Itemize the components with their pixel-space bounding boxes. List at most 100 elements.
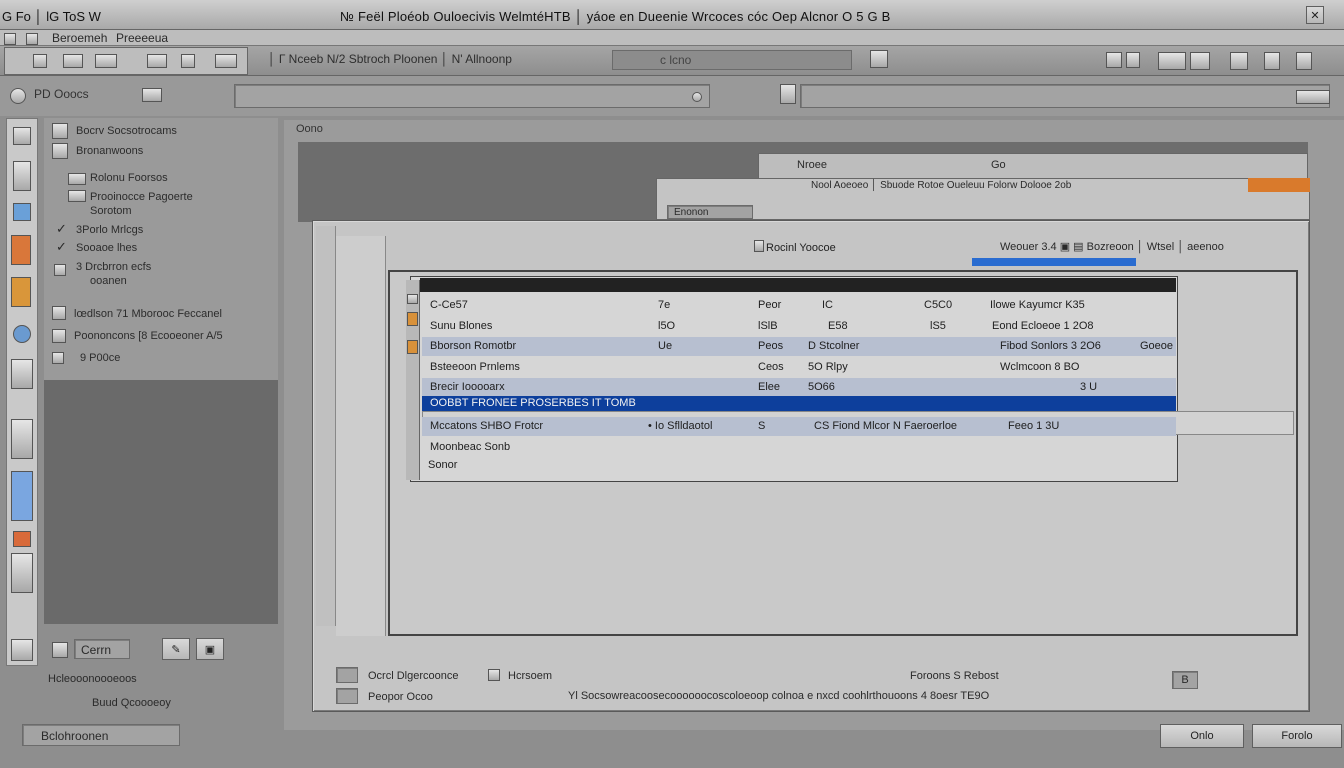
search-icon[interactable] <box>1296 90 1330 104</box>
tree-item[interactable]: 3 Drcbrron ecfs <box>76 261 151 273</box>
folder-icon[interactable] <box>1158 52 1186 70</box>
status-toggle[interactable] <box>336 667 358 683</box>
toolbar-breadcrumb: │ Г Nceeb N/2 Sbtroch Ploonen │ N' Allno… <box>268 52 512 66</box>
tree-item[interactable]: Poononcons [8 Ecooeoner A/5 <box>74 330 223 342</box>
list-icon[interactable] <box>11 419 33 459</box>
box-icon <box>68 190 86 202</box>
row-gutter <box>406 280 420 480</box>
user-icon[interactable] <box>52 642 68 658</box>
window-title: № Feël Ploéob Ouloecivis WelmtéHTB │ yáo… <box>340 9 891 24</box>
list-header <box>420 278 1176 292</box>
table-row-selected[interactable]: OOBBT FRONEE PROSERBES IT TOMB <box>422 396 1176 411</box>
path-input[interactable] <box>234 84 710 108</box>
table-row[interactable]: Mccatons SHBO Frotcr • Io Sflldaotol S C… <box>422 417 1176 436</box>
dialog-toolbar[interactable]: Weouer 3.4 ▣ ▤ Bozreoon │ Wtsel │ aeenoo <box>1000 240 1224 253</box>
center-label: Oono <box>296 123 323 135</box>
clock-icon <box>52 329 66 343</box>
tree-item[interactable]: 9 P00ce <box>80 352 120 364</box>
refresh-icon[interactable] <box>13 325 31 343</box>
table-row[interactable]: Moonbeac Sonb <box>422 438 1176 457</box>
tag-icon[interactable] <box>13 531 31 547</box>
status-box[interactable]: B <box>1172 671 1198 689</box>
tree-item[interactable]: ooanen <box>90 275 127 287</box>
app-menu-icon[interactable] <box>4 31 16 45</box>
address-label: PD Ooocs <box>34 87 89 101</box>
grid-icon[interactable] <box>95 54 117 68</box>
checkbox-icon[interactable] <box>54 264 66 276</box>
toolbar-field[interactable] <box>612 50 852 70</box>
toolbar-left-group <box>4 47 248 75</box>
pin-icon[interactable] <box>33 54 47 68</box>
dialog-icon <box>754 240 764 252</box>
edit-button[interactable]: ✎ <box>162 638 190 660</box>
trash-icon[interactable] <box>11 639 33 661</box>
folder-icon <box>52 123 68 139</box>
tree-item[interactable]: Bronanwoons <box>76 145 143 157</box>
image-icon[interactable] <box>11 235 31 265</box>
dialog-side-ruler <box>336 236 386 636</box>
preview-pane <box>44 380 278 624</box>
gear-icon <box>52 143 68 159</box>
tree-item[interactable]: Sooaoe lhes <box>76 242 137 254</box>
left-icon-strip <box>6 118 38 666</box>
tablet-icon[interactable] <box>11 471 33 521</box>
ok-button[interactable]: Onlo <box>1160 724 1244 748</box>
check-icon: ✓ <box>56 239 67 254</box>
menu-item-file[interactable]: Beroemeh <box>52 31 107 45</box>
export-icon[interactable] <box>215 54 237 68</box>
stack-icon[interactable] <box>870 50 888 68</box>
tree-item[interactable]: lœdlson 71 Mborooc Feccanel <box>74 308 222 320</box>
document-icon[interactable] <box>11 359 33 389</box>
row-icon <box>407 340 418 354</box>
history-icon[interactable] <box>10 88 26 104</box>
box-icon <box>68 173 86 185</box>
close-icon: ✕ <box>1310 9 1320 22</box>
photo-icon[interactable] <box>11 277 31 307</box>
menu-item-edit[interactable]: Preeeeua <box>116 31 168 45</box>
tree-item[interactable]: 3Porlo Mrlcgs <box>76 224 143 236</box>
nav-icon[interactable] <box>142 88 162 102</box>
copy-icon[interactable] <box>1190 52 1210 70</box>
book-icon[interactable] <box>63 54 83 68</box>
table-row[interactable]: Sonor <box>422 456 1176 475</box>
square-icon[interactable] <box>181 54 195 68</box>
menu-bar <box>0 30 1344 46</box>
tree-item[interactable]: Sorotom <box>90 205 132 217</box>
search-input[interactable] <box>800 84 1330 108</box>
bookmark-icon[interactable] <box>780 84 796 104</box>
dialog-status-row: Ocrcl Dlgercoonce Hcrsoem Foroons S Rebo… <box>330 667 1310 689</box>
left-footer-field[interactable]: Bclohroonen <box>22 724 180 746</box>
home-icon[interactable] <box>1106 52 1122 68</box>
table-row[interactable]: Sunu Blones l5O lSlB E58 lS5 Eond Ecloeo… <box>422 317 1176 336</box>
camera-button[interactable]: ▣ <box>196 638 224 660</box>
background-window: Nool Aoeoeo │ Sbuode Rotoe Oueleuu Folor… <box>656 178 1310 220</box>
table-row[interactable]: Bsteeoon Prnlems Ceos 5O Rlpy Wclmcoon 8… <box>422 358 1176 377</box>
doc-menu-icon[interactable] <box>26 31 38 45</box>
page-icon[interactable] <box>13 127 31 145</box>
stats-icon[interactable] <box>11 553 33 593</box>
close-window-button[interactable]: ✕ <box>1306 6 1324 24</box>
layout-icon[interactable] <box>147 54 167 68</box>
globe-icon[interactable] <box>13 203 31 221</box>
dialog-title: Rocinl Yoocoe <box>766 242 836 254</box>
tree-item[interactable]: Bocrv Socsotrocams <box>76 125 177 137</box>
panel-icon[interactable] <box>1264 52 1280 70</box>
person-icon[interactable] <box>1230 52 1248 70</box>
cancel-button[interactable]: Forolo <box>1252 724 1342 748</box>
settings-icon[interactable] <box>1296 52 1312 70</box>
table-row[interactable]: C-Ce57 7e Peor IC C5C0 Ilowe Kayumcr K35 <box>422 296 1176 315</box>
split-icon[interactable] <box>488 669 500 681</box>
pen-icon: ✎ <box>171 643 181 656</box>
footer-toggle[interactable] <box>336 688 358 704</box>
row-icon <box>407 294 418 304</box>
selection-bar <box>972 258 1136 266</box>
doc-icon[interactable] <box>1126 52 1140 68</box>
bottom-field[interactable]: Cerrn <box>74 639 130 659</box>
tree-item[interactable]: Rolonu Foorsos <box>90 172 168 184</box>
phone-icon[interactable] <box>13 161 31 191</box>
table-row[interactable]: Brecir Iooooarx Elee 5O66 3 U <box>422 378 1176 397</box>
tree-item[interactable]: Prooinocce Pagoerte <box>90 191 193 203</box>
orange-tab[interactable] <box>1248 178 1310 192</box>
clear-icon[interactable] <box>692 92 702 102</box>
table-row[interactable]: Bborson Romotbr Ue Peos D Stcolner Fibod… <box>422 337 1176 356</box>
